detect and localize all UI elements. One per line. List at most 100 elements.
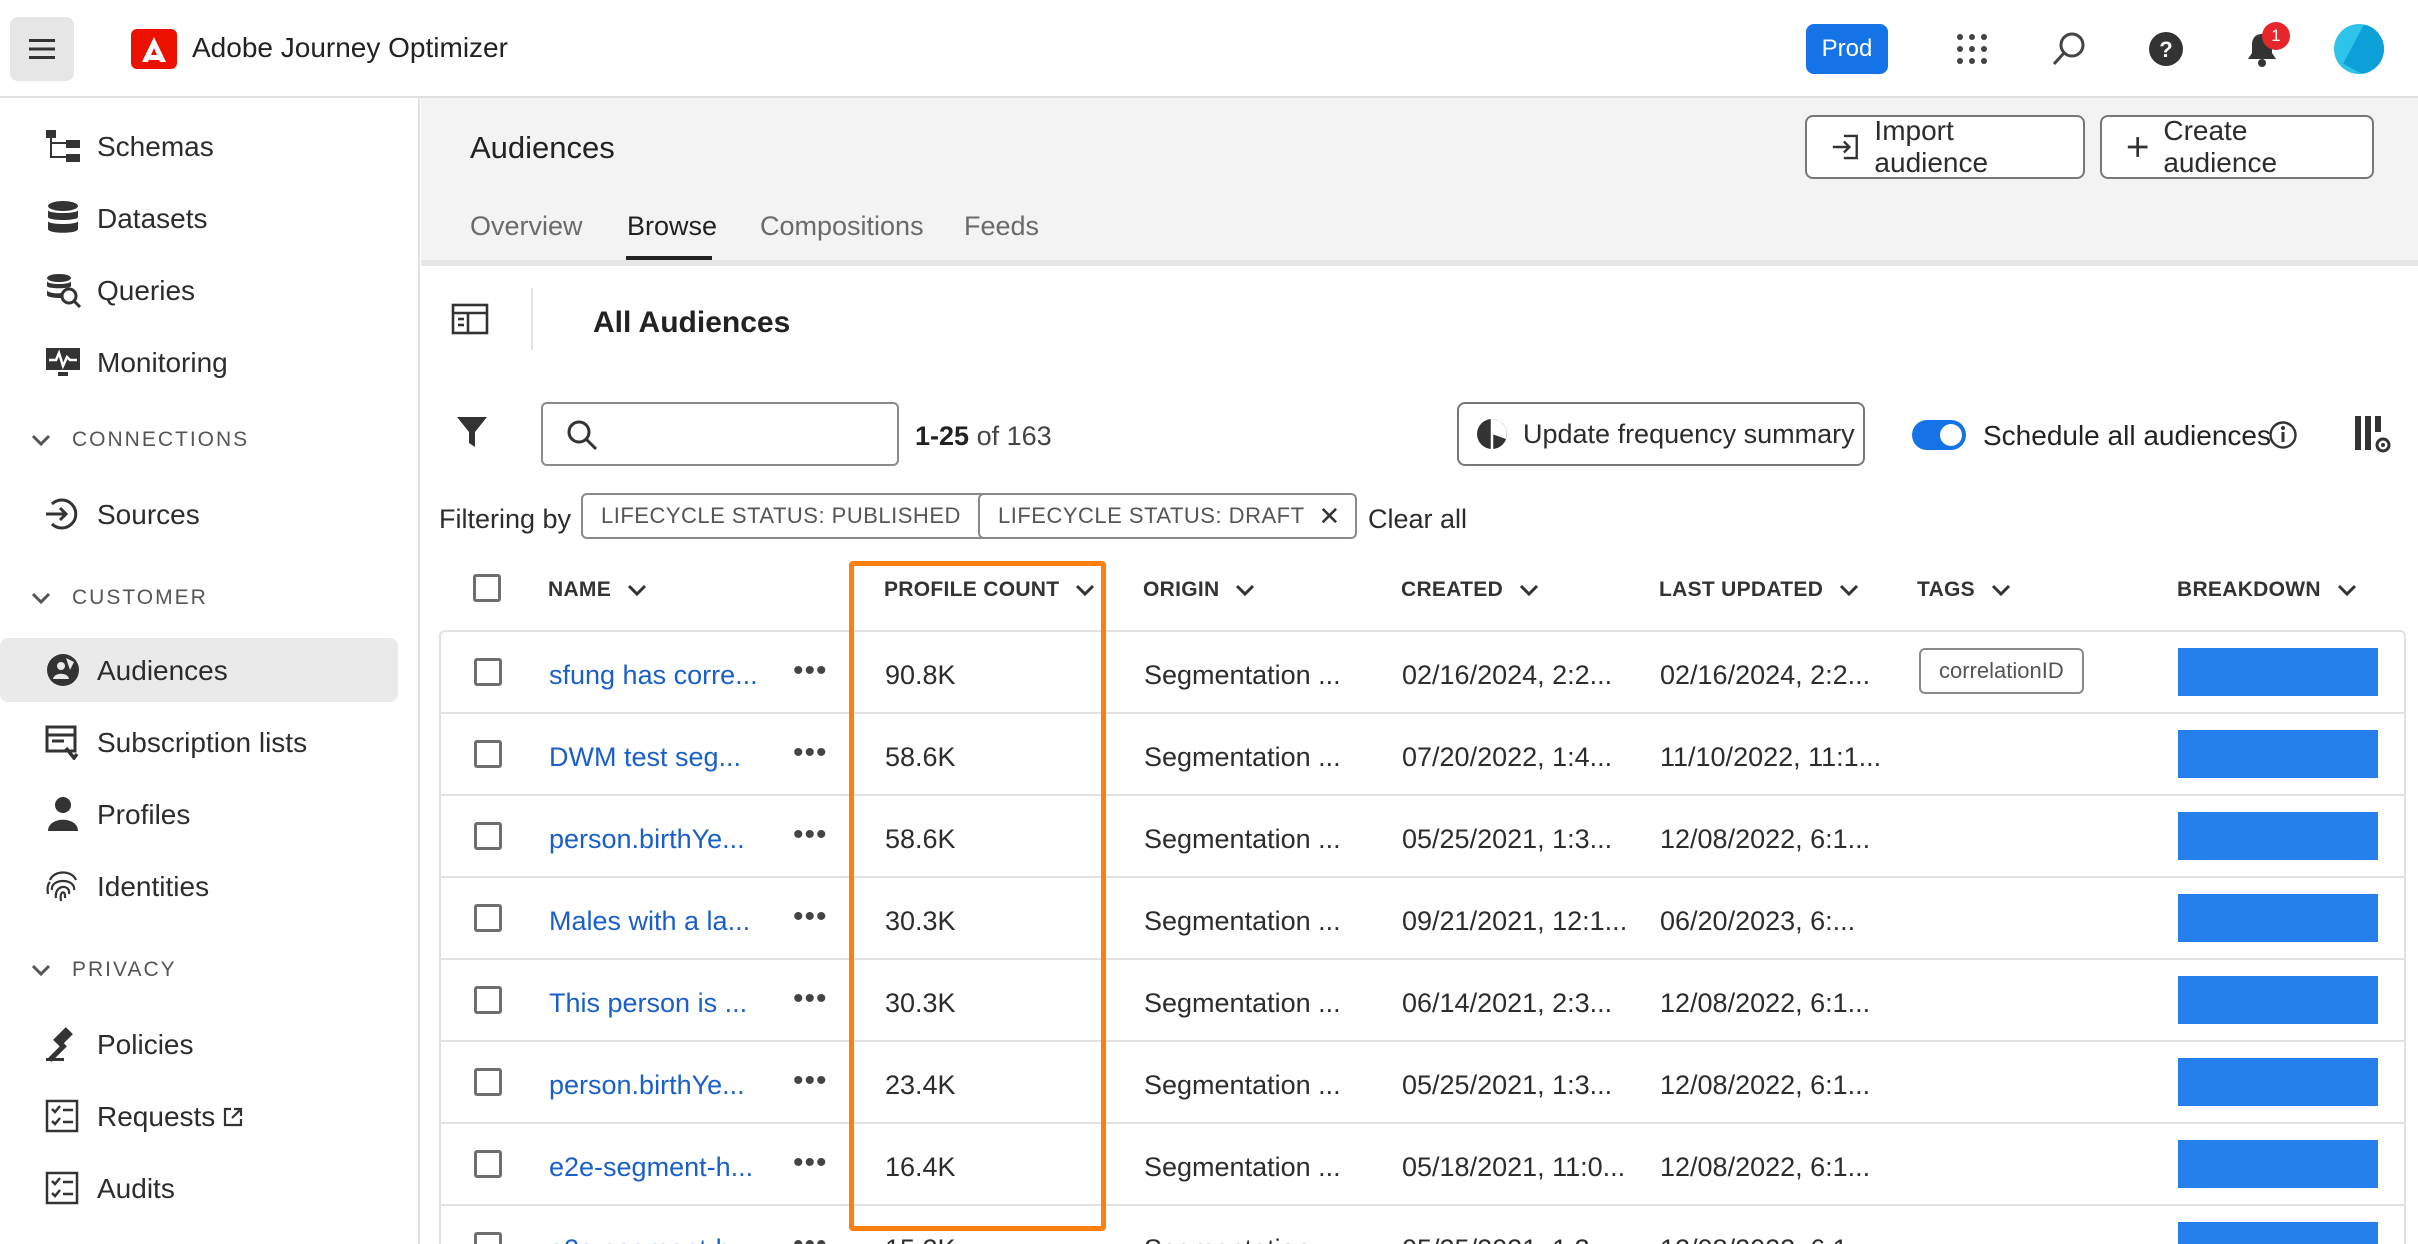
filter-icon[interactable] [455,414,489,450]
tab-browse[interactable]: Browse [627,211,717,242]
audience-name-link[interactable]: DWM test seg... [549,742,741,773]
row-checkbox[interactable] [474,1150,502,1178]
table-row[interactable]: DWM test seg... ••• 58.6K Segmentation .… [441,714,2404,796]
search-icon[interactable] [2044,24,2094,74]
sidebar-item-queries[interactable]: Queries [0,258,400,322]
more-actions-icon[interactable]: ••• [793,818,828,852]
row-checkbox[interactable] [474,1068,502,1096]
sidebar-item-profiles[interactable]: Profiles [0,782,400,846]
row-checkbox[interactable] [474,822,502,850]
row-checkbox[interactable] [474,740,502,768]
tab-compositions[interactable]: Compositions [760,211,924,242]
column-label: ORIGIN [1143,578,1220,601]
sidebar-item-label: Monitoring [97,347,228,378]
row-checkbox[interactable] [474,658,502,686]
row-checkbox[interactable] [474,1232,502,1244]
column-header-name[interactable]: NAME [548,578,647,602]
more-actions-icon[interactable]: ••• [793,1146,828,1180]
sidebar-item-identities[interactable]: Identities [0,854,400,918]
fingerprint-icon [46,871,78,902]
apps-grid-icon[interactable] [1947,24,1997,74]
schedule-all-toggle[interactable] [1912,420,1966,450]
table-row[interactable]: This person is ... ••• 30.3K Segmentatio… [441,960,2404,1042]
filter-chip-draft[interactable]: LIFECYCLE STATUS: DRAFT ✕ [978,493,1357,539]
import-audience-button[interactable]: Import audience [1805,115,2085,179]
breakdown-bar [2178,1058,2378,1106]
table-row[interactable]: sfung has corre... ••• 90.8K Segmentatio… [441,632,2404,714]
more-actions-icon[interactable]: ••• [793,1064,828,1098]
select-all-checkbox[interactable] [473,574,501,602]
audience-name-link[interactable]: This person is ... [549,988,747,1019]
section-label: PRIVACY [72,958,177,981]
chevron-down-icon [1519,584,1539,597]
column-header-last-updated[interactable]: LAST UPDATED [1659,578,1859,602]
env-switcher-button[interactable]: Prod [1806,24,1888,74]
divider [531,288,533,350]
sidebar-item-sources[interactable]: Sources [0,482,400,546]
sidebar-item-requests[interactable]: Requests [0,1084,400,1148]
row-checkbox[interactable] [474,904,502,932]
chevron-down-icon [31,434,51,447]
sidebar-item-datasets[interactable]: Datasets [0,186,400,250]
section-privacy[interactable]: PRIVACY [30,950,177,990]
breakdown-bar [2178,1222,2378,1244]
tab-overview[interactable]: Overview [470,211,583,242]
breakdown-bar [2178,894,2378,942]
adobe-logo-icon[interactable] [131,29,177,69]
table-row[interactable]: Males with a la... ••• 30.3K Segmentatio… [441,878,2404,960]
column-settings-icon[interactable] [2353,414,2391,454]
more-actions-icon[interactable]: ••• [793,982,828,1016]
more-actions-icon[interactable]: ••• [793,736,828,770]
audience-name-link[interactable]: person.birthYe... [549,824,745,855]
more-actions-icon[interactable]: ••• [793,1228,828,1244]
sidebar-item-subscription-lists[interactable]: Subscription lists [0,710,400,774]
row-checkbox[interactable] [474,986,502,1014]
create-audience-button[interactable]: Create audience [2100,115,2374,179]
sidebar-item-monitoring[interactable]: Monitoring [0,330,400,394]
column-header-origin[interactable]: ORIGIN [1143,578,1255,602]
sidebar-item-schemas[interactable]: Schemas [0,114,400,178]
more-actions-icon[interactable]: ••• [793,654,828,688]
audiences-panel: All Audiences 1-25 of 163 Update frequen… [421,266,2418,1244]
sidebar-item-audits[interactable]: Audits [0,1156,400,1220]
column-header-breakdown[interactable]: BREAKDOWN [2177,578,2357,602]
sidebar-item-policies[interactable]: Policies [0,1012,400,1076]
last-updated: 11/10/2022, 11:1... [1660,742,1882,772]
audience-name-link[interactable]: sfung has corre... [549,660,758,691]
sidebar-item-label: Profiles [97,799,191,830]
tag-chip[interactable]: correlationID [1919,648,2084,694]
update-frequency-summary-button[interactable]: Update frequency summary [1457,402,1865,466]
table-row[interactable]: person.birthYe... ••• 23.4K Segmentation… [441,1042,2404,1124]
table-row[interactable]: person.birthYe... ••• 58.6K Segmentation… [441,796,2404,878]
menu-button[interactable] [10,17,74,81]
close-icon[interactable]: ✕ [1319,501,1341,532]
table-row[interactable]: e2e-segment-h... ••• 16.4K Segmentation … [441,1124,2404,1206]
help-icon[interactable]: ? [2141,24,2191,74]
menu-icon [29,39,55,59]
audience-name-link[interactable]: Males with a la... [549,906,750,937]
profile-icon [48,797,78,831]
table-row[interactable]: e2e-segment-h... ••• 15.2K Segmentation … [441,1206,2404,1244]
audience-name-link[interactable]: e2e-segment-h... [549,1234,753,1244]
audience-name-link[interactable]: person.birthYe... [549,1070,745,1101]
sidebar-item-audiences[interactable]: Audiences [0,638,398,702]
profile-count: 15.2K [885,1234,956,1244]
section-customer[interactable]: CUSTOMER [30,578,208,618]
sidebar-item-label: Subscription lists [97,727,308,758]
search-input[interactable] [541,402,899,466]
tab-feeds[interactable]: Feeds [964,211,1039,242]
section-label: CONNECTIONS [72,428,250,451]
filter-chip-published[interactable]: LIFECYCLE STATUS: PUBLISHED ✕ [581,493,1014,539]
chevron-down-icon [1840,584,1859,597]
more-actions-icon[interactable]: ••• [793,900,828,934]
folder-rail-toggle-icon[interactable] [451,300,489,338]
audience-name-link[interactable]: e2e-segment-h... [549,1152,753,1183]
last-updated: 02/16/2024, 2:2... [1660,660,1871,690]
app-title[interactable]: Adobe Journey Optimizer [192,32,508,64]
clear-all-button[interactable]: Clear all [1368,504,1467,535]
section-connections[interactable]: CONNECTIONS [30,420,249,460]
column-header-tags[interactable]: TAGS [1917,578,2011,602]
avatar[interactable] [2334,24,2384,74]
column-header-created[interactable]: CREATED [1401,578,1539,602]
info-icon[interactable] [2268,420,2298,450]
